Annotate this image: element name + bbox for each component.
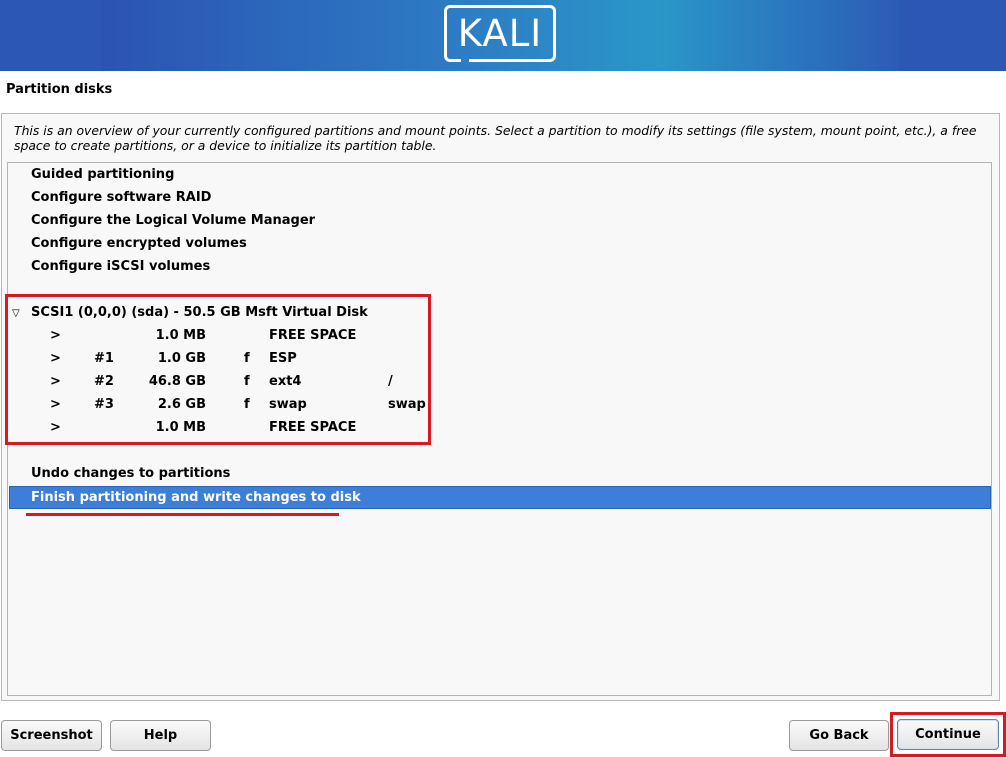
go-back-button[interactable]: Go Back [789,720,889,751]
screenshot-button[interactable]: Screenshot [1,720,102,751]
annotation-button-box [890,712,1006,757]
finish-partitioning-item[interactable]: Finish partitioning and write changes to… [9,486,991,509]
menu-item-encrypted-volumes[interactable]: Configure encrypted volumes [31,234,247,254]
page-title: Partition disks [6,82,113,97]
undo-changes-item[interactable]: Undo changes to partitions [31,464,230,484]
header-banner: KALI [0,0,1006,71]
kali-logo: KALI [444,5,556,63]
annotation-highlight-box [5,294,431,445]
menu-item-guided-partitioning[interactable]: Guided partitioning [31,165,174,185]
kali-logo-text: KALI [457,12,543,55]
annotation-underline [26,513,339,516]
help-button[interactable]: Help [110,720,211,751]
menu-item-software-raid[interactable]: Configure software RAID [31,188,211,208]
description-text: This is an overview of your currently co… [14,123,977,153]
menu-item-lvm[interactable]: Configure the Logical Volume Manager [31,211,315,231]
menu-item-iscsi-volumes[interactable]: Configure iSCSI volumes [31,257,210,277]
